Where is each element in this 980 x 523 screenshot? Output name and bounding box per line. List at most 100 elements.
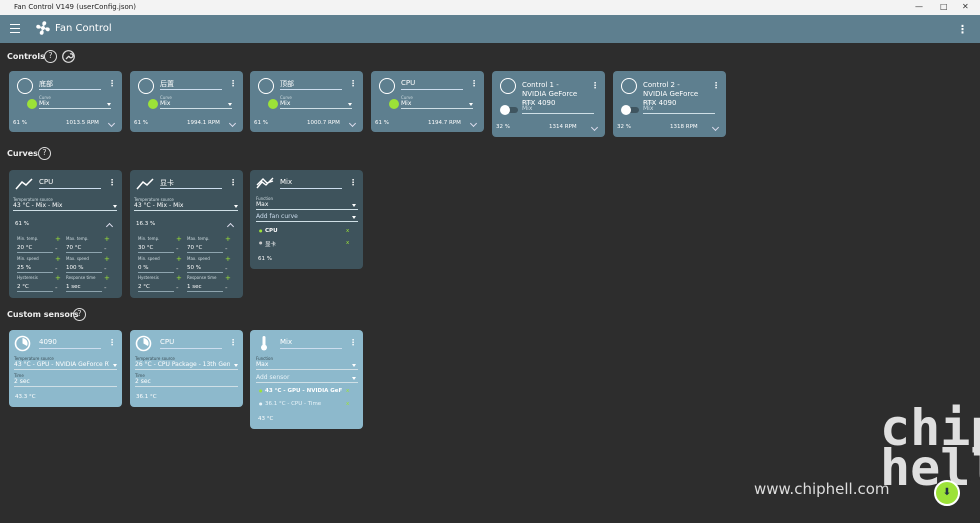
wrench-icon[interactable] bbox=[62, 50, 75, 63]
time-field[interactable]: 2 sec bbox=[135, 378, 151, 385]
resp-field[interactable]: 1 sec bbox=[187, 284, 202, 290]
control-card[interactable]: 后置 ⋮ Curve Mix 61 % 1994.1 RPM bbox=[130, 71, 243, 132]
expand-chevron-icon[interactable] bbox=[228, 119, 237, 128]
mix-sensor-function-select[interactable]: Max bbox=[256, 361, 268, 368]
curve-name[interactable]: CPU bbox=[39, 178, 53, 186]
enable-toggle[interactable] bbox=[621, 105, 639, 115]
curve-select[interactable]: Mix bbox=[401, 100, 411, 107]
min_speed-field[interactable]: 0 % bbox=[138, 265, 148, 271]
min_speed-decrement-button[interactable]: - bbox=[176, 265, 179, 273]
enabled-indicator[interactable] bbox=[268, 99, 278, 109]
hyst-field[interactable]: 2 °C bbox=[17, 284, 29, 290]
curve-select[interactable]: Mix bbox=[522, 105, 532, 112]
expand-chevron-icon[interactable] bbox=[469, 119, 478, 128]
min_temp-increment-button[interactable]: + bbox=[55, 235, 61, 243]
remove-sensor-item-icon[interactable]: x bbox=[346, 388, 349, 394]
mix-curve-more-icon[interactable]: ⋮ bbox=[349, 178, 357, 187]
sensor-name[interactable]: CPU bbox=[160, 338, 174, 346]
temp-source-select[interactable]: 43 °C - GPU - NVIDIA GeForce RTX bbox=[14, 361, 109, 368]
temp-source-select[interactable]: 43 °C - Mix - Mix bbox=[134, 202, 183, 209]
max_temp-increment-button[interactable]: + bbox=[225, 235, 231, 243]
enabled-indicator[interactable] bbox=[148, 99, 158, 109]
max_temp-increment-button[interactable]: + bbox=[104, 235, 110, 243]
resp-decrement-button[interactable]: - bbox=[104, 284, 107, 292]
max_temp-field[interactable]: 70 °C bbox=[66, 245, 81, 251]
curve-more-icon[interactable]: ⋮ bbox=[108, 178, 116, 187]
add-fan-curve-select[interactable]: Add fan curve bbox=[256, 213, 298, 220]
max_temp-field[interactable]: 70 °C bbox=[187, 245, 202, 251]
resp-increment-button[interactable]: + bbox=[225, 274, 231, 282]
control-more-icon[interactable]: ⋮ bbox=[229, 79, 237, 88]
close-button[interactable]: ✕ bbox=[962, 2, 969, 11]
control-name[interactable]: 后置 bbox=[160, 79, 174, 89]
mix-sensor-card[interactable]: Mix ⋮ Function Max Add sensor ● 43 °C - … bbox=[250, 330, 363, 429]
control-name[interactable]: 顶部 bbox=[280, 79, 294, 89]
hyst-increment-button[interactable]: + bbox=[176, 274, 182, 282]
control-card[interactable]: CPU ⋮ Curve Mix 61 % 1194.7 RPM bbox=[371, 71, 484, 132]
sensor-more-icon[interactable]: ⋮ bbox=[108, 338, 116, 347]
remove-mix-item-icon[interactable]: x bbox=[346, 240, 349, 246]
max_temp-decrement-button[interactable]: - bbox=[104, 245, 107, 253]
sensor-card[interactable]: CPU ⋮ Temperature source 26 °C - CPU Packag… bbox=[130, 330, 243, 407]
curve-select[interactable]: Mix bbox=[39, 100, 49, 107]
min_temp-decrement-button[interactable]: - bbox=[176, 245, 179, 253]
expand-chevron-icon[interactable] bbox=[711, 123, 720, 132]
mix-sensor-name[interactable]: Mix bbox=[280, 338, 292, 346]
time-field[interactable]: 2 sec bbox=[14, 378, 30, 385]
min_temp-decrement-button[interactable]: - bbox=[55, 245, 58, 253]
hyst-field[interactable]: 2 °C bbox=[138, 284, 150, 290]
min_temp-increment-button[interactable]: + bbox=[176, 235, 182, 243]
control-more-icon[interactable]: ⋮ bbox=[712, 81, 720, 90]
remove-mix-item-icon[interactable]: x bbox=[346, 228, 349, 234]
resp-increment-button[interactable]: + bbox=[104, 274, 110, 282]
min_speed-decrement-button[interactable]: - bbox=[55, 265, 58, 273]
hyst-decrement-button[interactable]: - bbox=[55, 284, 58, 292]
curve-select[interactable]: Mix bbox=[280, 100, 290, 107]
control-name[interactable]: CPU bbox=[401, 79, 415, 87]
curves-help-icon[interactable]: ? bbox=[38, 147, 51, 160]
expand-chevron-icon[interactable] bbox=[348, 119, 357, 128]
control-more-icon[interactable]: ⋮ bbox=[470, 79, 478, 88]
min_temp-field[interactable]: 20 °C bbox=[17, 245, 32, 251]
min_temp-field[interactable]: 30 °C bbox=[138, 245, 153, 251]
menu-icon[interactable] bbox=[10, 24, 20, 33]
sensors-help-icon[interactable]: ? bbox=[73, 308, 86, 321]
collapse-chevron-icon[interactable] bbox=[105, 222, 114, 231]
curve-more-icon[interactable]: ⋮ bbox=[229, 178, 237, 187]
temp-source-select[interactable]: 26 °C - CPU Package - 13th Gen I bbox=[135, 361, 230, 368]
mix-sensor-more-icon[interactable]: ⋮ bbox=[349, 338, 357, 347]
resp-field[interactable]: 1 sec bbox=[66, 284, 81, 290]
enabled-indicator[interactable] bbox=[389, 99, 399, 109]
max_speed-increment-button[interactable]: + bbox=[104, 255, 110, 263]
control-more-icon[interactable]: ⋮ bbox=[108, 79, 116, 88]
min_speed-increment-button[interactable]: + bbox=[55, 255, 61, 263]
control-card[interactable]: 顶部 ⋮ Curve Mix 61 % 1000.7 RPM bbox=[250, 71, 363, 132]
minimize-button[interactable]: — bbox=[915, 2, 923, 11]
resp-decrement-button[interactable]: - bbox=[225, 284, 228, 292]
expand-chevron-icon[interactable] bbox=[590, 123, 599, 132]
curve-name[interactable]: 显卡 bbox=[160, 178, 174, 188]
remove-sensor-item-icon[interactable]: x bbox=[346, 401, 349, 407]
max_speed-field[interactable]: 50 % bbox=[187, 265, 201, 271]
sensor-more-icon[interactable]: ⋮ bbox=[229, 338, 237, 347]
curve-card[interactable]: 显卡 ⋮ Temperature source 43 °C - Mix - Mix 16… bbox=[130, 170, 243, 298]
controls-help-icon[interactable]: ? bbox=[44, 50, 57, 63]
temp-source-select[interactable]: 43 °C - Mix - Mix bbox=[13, 202, 62, 209]
mix-function-select[interactable]: Max bbox=[256, 201, 268, 208]
add-sensor-select[interactable]: Add sensor bbox=[256, 374, 289, 381]
sensor-card[interactable]: 4090 ⋮ Temperature source 43 °C - GPU - NVI… bbox=[9, 330, 122, 407]
enable-toggle[interactable] bbox=[500, 105, 518, 115]
enabled-indicator[interactable] bbox=[27, 99, 37, 109]
min_speed-field[interactable]: 25 % bbox=[17, 265, 31, 271]
control-name[interactable]: 底部 bbox=[39, 79, 53, 89]
control-card[interactable]: Control 2 - NVIDIA GeForce RTX 4090 ⋮ Curv… bbox=[613, 71, 726, 137]
sensor-name[interactable]: 4090 bbox=[39, 338, 57, 346]
floating-action-button[interactable]: ⬇ bbox=[934, 480, 960, 506]
hyst-decrement-button[interactable]: - bbox=[176, 284, 179, 292]
max_speed-decrement-button[interactable]: - bbox=[104, 265, 107, 273]
collapse-chevron-icon[interactable] bbox=[226, 222, 235, 231]
control-more-icon[interactable]: ⋮ bbox=[349, 79, 357, 88]
control-card[interactable]: Control 1 - NVIDIA GeForce RTX 4090 ⋮ Curv… bbox=[492, 71, 605, 137]
maximize-button[interactable]: □ bbox=[940, 2, 948, 11]
max_temp-decrement-button[interactable]: - bbox=[225, 245, 228, 253]
